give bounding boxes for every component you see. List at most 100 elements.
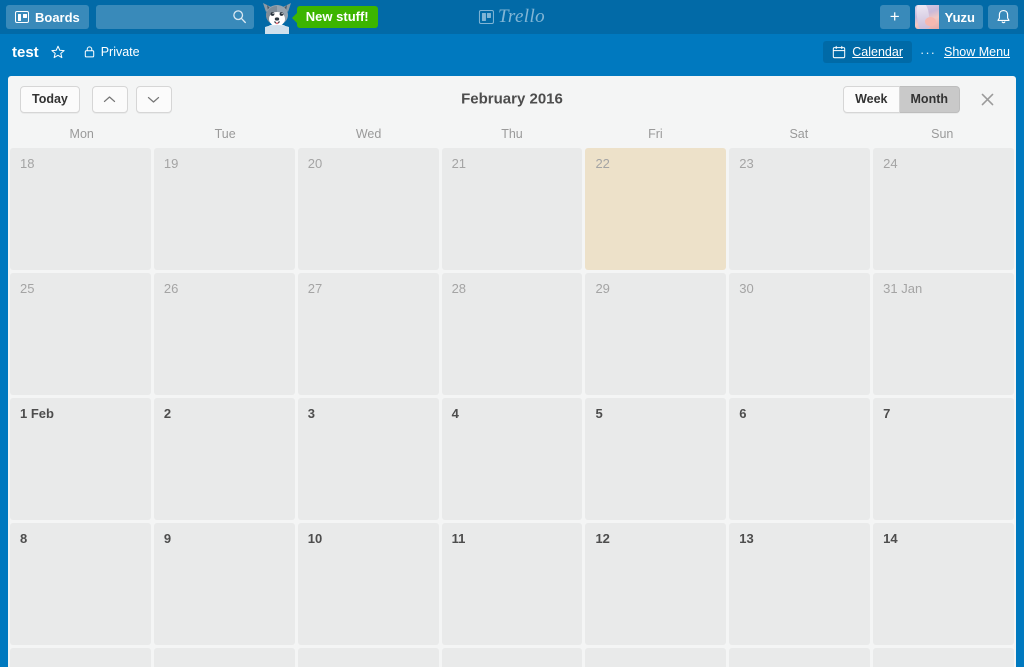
calendar-day-cell[interactable]: 12 (585, 523, 727, 645)
calendar-day-cell[interactable]: 27 (297, 273, 439, 395)
calendar-toolbar: Today February 2016 Week Month (8, 76, 1016, 122)
calendar-day-cell[interactable]: 19 (153, 148, 295, 270)
member-menu[interactable]: Yuzu (914, 5, 983, 29)
calendar-day-cell[interactable]: 2 (153, 398, 295, 520)
calendar-day-cell[interactable]: 24 (873, 148, 1015, 270)
month-view-button[interactable]: Month (899, 85, 960, 113)
calendar-day-number: 18 (20, 156, 35, 171)
calendar-day-cell[interactable]: 22 (585, 148, 727, 270)
calendar-day-cell[interactable]: 7 (873, 398, 1015, 520)
trello-board-icon (478, 10, 494, 24)
boards-button[interactable]: Boards (6, 5, 89, 29)
calendar-day-number: 2 (163, 406, 172, 421)
calendar-day-cell[interactable]: 18 (10, 148, 151, 270)
calendar-day-number: 12 (595, 531, 610, 546)
calendar-powerup-button[interactable]: Calendar (823, 41, 912, 63)
calendar-day-number: 13 (739, 531, 754, 546)
boards-button-label: Boards (35, 9, 80, 25)
calendar-day-number: 6 (739, 406, 747, 421)
calendar-day-cell[interactable] (441, 648, 583, 667)
more-options-button[interactable]: ··· (920, 45, 936, 60)
board-visibility[interactable]: Private (77, 42, 146, 62)
today-button[interactable]: Today (20, 85, 80, 113)
calendar-day-cell[interactable]: 10 (297, 523, 439, 645)
day-of-week-label: Sat (789, 127, 809, 141)
new-stuff-badge[interactable]: New stuff! (291, 6, 378, 28)
day-of-week-label: Fri (648, 127, 663, 141)
calendar-grid: 18 19 20 21 22 23 24 25 26 27 28 29 30 31 Jan 1 Feb 2 3 4… (8, 148, 1016, 667)
search-container (95, 5, 254, 29)
calendar-nav-group (91, 85, 172, 113)
calendar-day-cell[interactable]: 28 (441, 273, 583, 395)
calendar-day-cell[interactable]: 1 Feb (10, 398, 151, 520)
previous-period-button[interactable] (91, 85, 128, 113)
notifications-button[interactable] (988, 5, 1018, 29)
calendar-week-row: 18 19 20 21 22 23 24 (10, 148, 1015, 270)
search-input[interactable] (95, 5, 254, 29)
day-of-week-label: Wed (355, 127, 382, 141)
day-of-week-header: Mon Tue Wed Thu Fri Sat Sun (8, 122, 1016, 148)
user-avatar (914, 5, 939, 29)
chevron-up-icon (104, 95, 116, 102)
calendar-week-row: 1 Feb 2 3 4 5 6 7 (10, 398, 1015, 520)
calendar-day-number: 30 (739, 281, 754, 296)
calendar-day-cell[interactable] (873, 648, 1015, 667)
calendar-day-cell[interactable]: 4 (441, 398, 583, 520)
calendar-week-row (10, 648, 1015, 667)
day-of-week-label: Sun (931, 127, 954, 141)
calendar-day-cell[interactable]: 21 (441, 148, 583, 270)
board-title[interactable]: test (12, 44, 39, 61)
calendar-day-cell[interactable]: 5 (585, 398, 727, 520)
calendar-day-cell[interactable]: 20 (297, 148, 439, 270)
show-menu-button[interactable]: Show Menu (944, 45, 1014, 59)
calendar-day-cell[interactable]: 9 (153, 523, 295, 645)
calendar-day-number: 3 (307, 406, 315, 421)
calendar-day-cell[interactable]: 25 (10, 273, 151, 395)
calendar-day-cell[interactable]: 3 (297, 398, 439, 520)
next-period-button[interactable] (135, 85, 172, 113)
calendar-day-number: 23 (739, 156, 754, 171)
calendar-day-number: 24 (883, 156, 898, 171)
calendar-icon (833, 45, 846, 59)
calendar-day-number: 26 (163, 281, 179, 296)
trello-logo-text: Trello (497, 6, 546, 27)
calendar-day-number: 20 (307, 156, 323, 171)
week-view-button[interactable]: Week (843, 85, 900, 113)
calendar-day-cell[interactable]: 29 (585, 273, 727, 395)
calendar-day-cell[interactable]: 14 (873, 523, 1015, 645)
calendar-day-cell[interactable]: 26 (153, 273, 295, 395)
bell-icon (996, 10, 1010, 24)
calendar-day-cell[interactable]: 6 (729, 398, 871, 520)
close-calendar-button[interactable] (970, 82, 1004, 116)
calendar-day-number: 27 (307, 281, 323, 296)
calendar-day-number: 19 (163, 156, 179, 171)
calendar-day-cell[interactable]: 13 (729, 523, 871, 645)
add-button[interactable]: + (879, 5, 910, 29)
calendar-day-number: 29 (595, 281, 610, 296)
calendar-day-cell[interactable]: 8 (10, 523, 151, 645)
calendar-day-cell[interactable]: 31 Jan (873, 273, 1015, 395)
calendar-view-controls: Week Month (843, 82, 1004, 116)
calendar-day-cell[interactable]: 23 (729, 148, 871, 270)
star-icon (51, 45, 65, 59)
calendar-day-number: 8 (20, 531, 28, 546)
star-board-button[interactable] (45, 42, 71, 62)
calendar-day-cell[interactable] (297, 648, 439, 667)
lock-icon (84, 46, 94, 58)
calendar-week-row: 25 26 27 28 29 30 31 Jan (10, 273, 1015, 395)
mascot-area: New stuff! (258, 0, 378, 34)
calendar-week-row: 8 9 10 11 12 13 14 (10, 523, 1015, 645)
chevron-down-icon (148, 96, 160, 103)
calendar-day-cell[interactable] (153, 648, 295, 667)
calendar-day-number: 31 Jan (883, 281, 923, 296)
calendar-day-cell[interactable]: 30 (729, 273, 871, 395)
board-header-right: Calendar ··· Show Menu (823, 41, 1014, 63)
calendar-day-cell[interactable]: 11 (441, 523, 583, 645)
calendar-day-cell[interactable] (729, 648, 871, 667)
calendar-day-number: 25 (20, 281, 35, 296)
calendar-day-cell[interactable] (585, 648, 727, 667)
trello-logo: Trello (478, 6, 546, 28)
calendar-day-number: 9 (163, 531, 172, 546)
calendar-day-number: 28 (451, 281, 467, 296)
calendar-day-cell[interactable] (10, 648, 151, 667)
